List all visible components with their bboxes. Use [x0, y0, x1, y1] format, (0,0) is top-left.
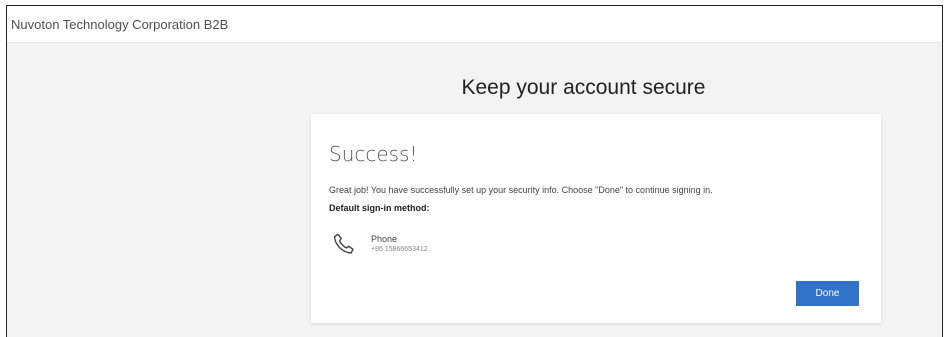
- done-button[interactable]: Done: [796, 281, 859, 306]
- method-text: Phone +86 15866653412: [371, 234, 428, 255]
- method-phone-number: +86 15866653412: [371, 245, 428, 253]
- success-title: Success!: [329, 142, 418, 166]
- success-card: Success! Great job! You have successfull…: [311, 114, 881, 323]
- top-bar: Nuvoton Technology Corporation B2B: [7, 6, 942, 43]
- success-message: Great job! You have successfully set up …: [329, 185, 713, 195]
- method-name: Phone: [371, 233, 398, 244]
- org-name: Nuvoton Technology Corporation B2B: [11, 16, 229, 32]
- phone-icon: [333, 233, 354, 254]
- browser-frame: Nuvoton Technology Corporation B2B Keep …: [6, 5, 943, 337]
- default-method-label: Default sign-in method:: [329, 203, 430, 213]
- page-title: Keep your account secure: [461, 76, 706, 99]
- default-method-item: Phone +86 15866653412: [331, 231, 428, 257]
